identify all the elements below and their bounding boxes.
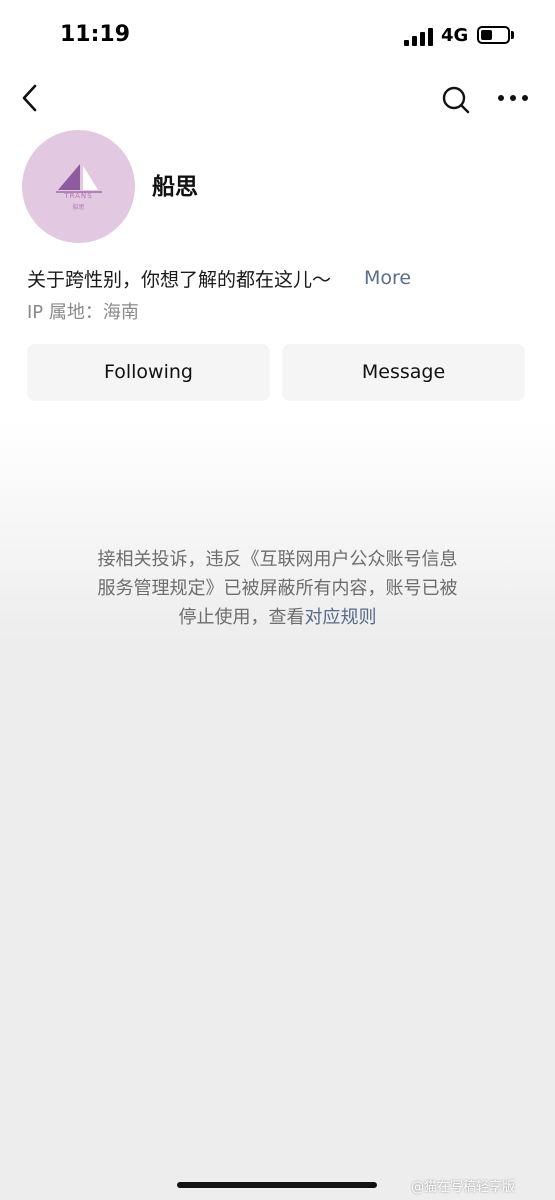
more-options-button[interactable] <box>497 90 531 104</box>
notice-line-3-text: 停止使用，查看 <box>178 607 305 628</box>
logo-text: TRANS <box>64 192 93 200</box>
rules-link[interactable]: 对应规则 <box>305 607 377 628</box>
notice-line-2: 服务管理规定》已被屏蔽所有内容，账号已被 <box>97 578 458 599</box>
more-dots-icon <box>498 95 528 101</box>
notice-line-3: 停止使用，查看对应规则 <box>55 603 500 632</box>
suspension-notice: 接相关投诉，违反《互联网用户公众账号信息 服务管理规定》已被屏蔽所有内容，账号已… <box>55 545 500 632</box>
search-button[interactable] <box>440 84 472 116</box>
battery-icon <box>477 26 510 44</box>
following-button[interactable]: Following <box>27 344 270 401</box>
content-area <box>0 640 555 1200</box>
notice-line-1: 接相关投诉，违反《互联网用户公众账号信息 <box>97 549 458 570</box>
bio-more-link[interactable]: More <box>364 267 411 289</box>
chevron-left-icon <box>22 84 37 112</box>
home-indicator[interactable] <box>177 1182 377 1188</box>
status-time: 11:19 <box>60 22 131 47</box>
avatar[interactable]: TRANS 船思 <box>22 130 135 243</box>
message-button[interactable]: Message <box>282 344 525 401</box>
account-bio: 关于跨性别，你想了解的都在这儿～ <box>27 269 332 291</box>
back-button[interactable] <box>16 82 46 114</box>
search-icon <box>442 86 470 114</box>
ip-location: IP 属地：海南 <box>27 302 139 323</box>
battery-tip <box>511 31 514 39</box>
account-name: 船思 <box>152 174 198 200</box>
network-type: 4G <box>441 25 469 46</box>
signal-icon <box>404 28 434 46</box>
logo-subtext: 船思 <box>72 204 85 211</box>
sail-logo-icon <box>56 164 102 193</box>
watermark: @猫在写稿轻享版 <box>411 1180 516 1195</box>
